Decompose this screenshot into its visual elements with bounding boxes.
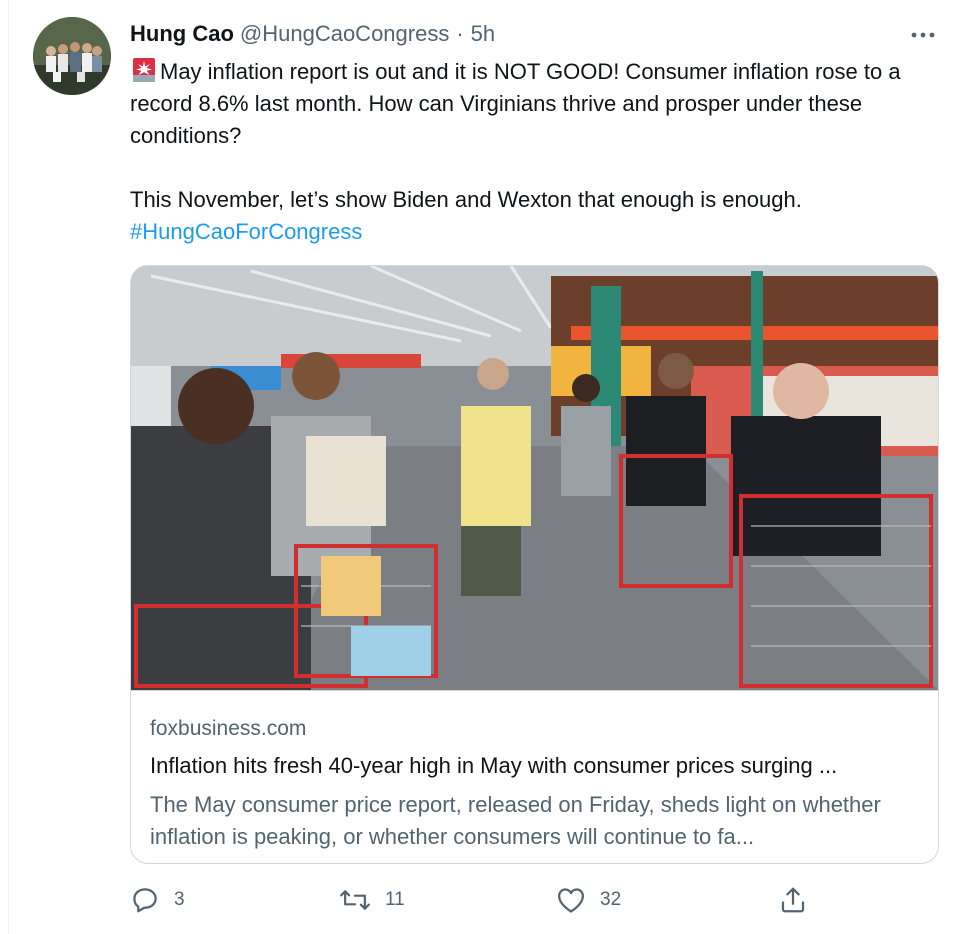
timestamp[interactable]: 5h <box>471 21 495 47</box>
family-photo <box>33 17 111 95</box>
reply-button[interactable]: 3 <box>130 880 185 920</box>
author-name[interactable]: Hung Cao <box>130 21 234 47</box>
timeline-border <box>8 0 9 934</box>
tweet-paragraph-1: May inflation report is out and it is NO… <box>130 56 945 152</box>
retweet-button[interactable]: 11 <box>339 880 405 920</box>
heart-icon <box>558 888 584 913</box>
link-preview-card[interactable]: foxbusiness.com Inflation hits fresh 40-… <box>130 265 939 864</box>
card-title: Inflation hits fresh 40-year high in May… <box>150 753 838 778</box>
card-meta[interactable]: foxbusiness.com Inflation hits fresh 40-… <box>131 690 938 863</box>
card-description: The May consumer price report, released … <box>150 792 881 849</box>
grocery-store-photo <box>131 266 938 690</box>
tweet-text-1: May inflation report is out and it is NO… <box>130 59 901 148</box>
card-domain: foxbusiness.com <box>150 717 307 740</box>
like-button[interactable]: 32 <box>556 880 621 920</box>
tweet-text: May inflation report is out and it is NO… <box>130 56 945 248</box>
card-image[interactable] <box>131 266 938 690</box>
avatar[interactable] <box>33 17 111 95</box>
reply-icon <box>133 888 157 913</box>
tweet-actions: 3 11 32 <box>0 880 968 920</box>
hashtag-link[interactable]: #HungCaoForCongress <box>130 219 362 244</box>
more-options-button[interactable] <box>906 22 940 48</box>
tweet-header: Hung Cao @HungCaoCongress · 5h <box>130 20 495 48</box>
author-handle[interactable]: @HungCaoCongress <box>240 21 449 47</box>
more-dots-icon <box>911 32 935 38</box>
share-button[interactable] <box>778 880 808 920</box>
like-count: 32 <box>600 889 622 910</box>
retweet-count: 11 <box>385 889 405 910</box>
retweet-icon <box>340 890 370 910</box>
reply-count: 3 <box>174 889 185 910</box>
tweet-text-2: This November, let’s show Biden and Wext… <box>130 187 802 212</box>
separator: · <box>456 21 464 46</box>
rotating-light-icon <box>130 57 158 83</box>
tweet-paragraph-2: This November, let’s show Biden and Wext… <box>130 184 945 216</box>
share-icon <box>781 887 805 913</box>
